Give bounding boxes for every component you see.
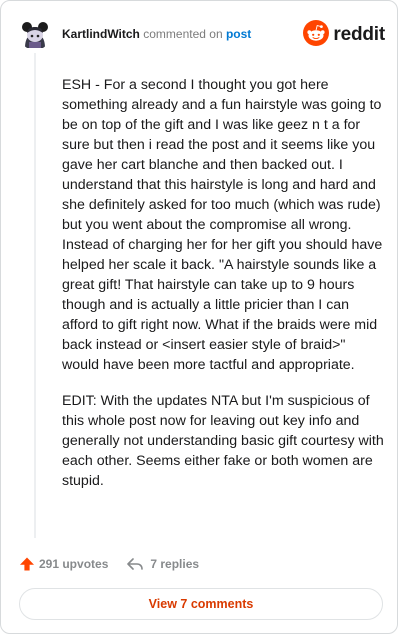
reply-count: 7 replies [150, 557, 200, 571]
reddit-logo-icon [303, 19, 330, 51]
upvote-count: 291 upvotes [39, 557, 109, 571]
comment-header: KartlindWitch commented on post reddit [19, 18, 385, 50]
comment-paragraph: ESH - For a second I thought you got her… [62, 77, 383, 373]
thread-line[interactable] [34, 53, 36, 538]
comment-card: KartlindWitch commented on post reddit E… [0, 0, 398, 634]
username-link[interactable]: KartlindWitch [62, 27, 140, 41]
upvote-button[interactable]: 291 upvotes [19, 556, 108, 572]
user-avatar[interactable] [19, 18, 51, 50]
post-link[interactable]: post [226, 27, 251, 41]
upvote-arrow-icon [19, 556, 35, 572]
reply-arrow-icon [126, 556, 144, 572]
replies-button[interactable]: 7 replies [126, 556, 199, 572]
commented-on-label: commented on [143, 27, 223, 41]
comment-paragraph: EDIT: With the updates NTA but I'm suspi… [62, 393, 384, 489]
byline: KartlindWitch commented on post [62, 26, 251, 42]
comment-body: ESH - For a second I thought you got her… [62, 75, 384, 507]
reddit-brand[interactable]: reddit [303, 19, 385, 51]
comment-actions: 291 upvotes 7 replies [19, 554, 199, 574]
view-comments-button[interactable]: View 7 comments [19, 588, 383, 620]
reddit-wordmark: reddit [333, 24, 385, 45]
